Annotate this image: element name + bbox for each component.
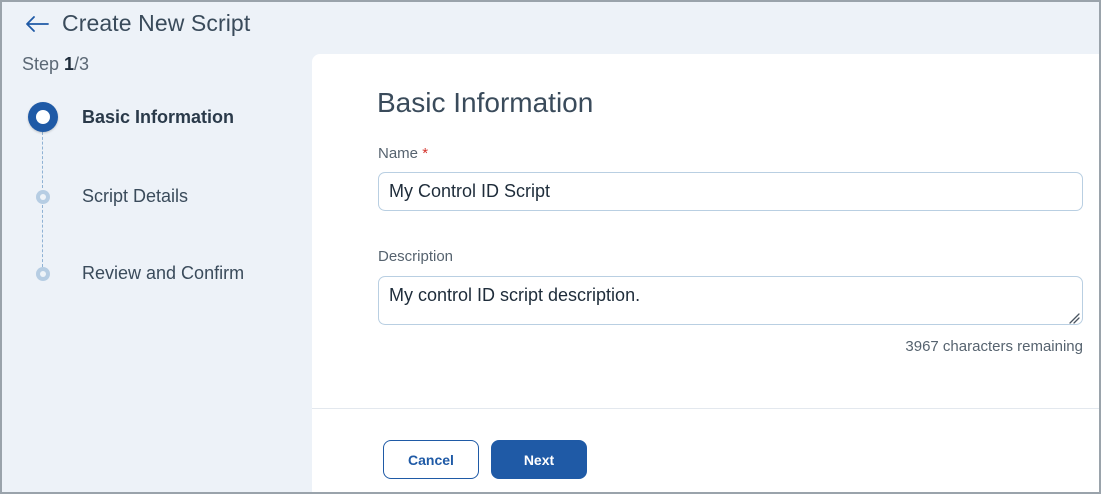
step-label: Review and Confirm	[82, 263, 245, 283]
step-label: Script Details	[82, 186, 189, 206]
name-label-text: Name	[378, 145, 419, 162]
app-window: Create New Script Step 1/3 Basic Informa…	[0, 0, 1101, 494]
step-current: 1	[64, 54, 75, 74]
characters-remaining: 3967 characters remaining	[905, 338, 1083, 355]
step-prefix: Step	[22, 54, 65, 74]
section-title: Basic Information	[377, 87, 594, 118]
step-basic-information: Basic Information	[28, 102, 234, 132]
step-indicator-wrap	[28, 189, 58, 204]
step-connector	[42, 205, 43, 267]
step-indicator-wrap	[28, 266, 58, 281]
name-label: Name *	[378, 145, 428, 162]
footer-divider	[312, 408, 1099, 409]
description-textarea[interactable]: My control ID script description.	[378, 276, 1083, 325]
step-total: /3	[74, 54, 90, 74]
cancel-button[interactable]: Cancel	[383, 440, 479, 479]
page-header: Create New Script	[24, 10, 250, 37]
step-review-and-confirm: Review and Confirm	[28, 263, 244, 284]
step-pending-indicator	[36, 266, 50, 281]
resize-grip-icon[interactable]	[1068, 311, 1080, 324]
page-title: Create New Script	[62, 10, 251, 36]
step-pending-indicator	[36, 189, 50, 204]
step-indicator: Step 1/3	[22, 54, 89, 75]
step-active-indicator	[28, 102, 58, 132]
step-label: Basic Information	[82, 106, 235, 127]
arrow-left-icon[interactable]	[24, 11, 50, 37]
form-card: Basic Information Name * Description My …	[312, 54, 1099, 492]
name-input[interactable]	[378, 172, 1083, 211]
description-label: Description	[378, 248, 454, 265]
next-button[interactable]: Next	[491, 440, 587, 479]
step-script-details: Script Details	[28, 186, 188, 207]
step-connector	[42, 132, 43, 188]
required-mark: *	[422, 145, 429, 162]
